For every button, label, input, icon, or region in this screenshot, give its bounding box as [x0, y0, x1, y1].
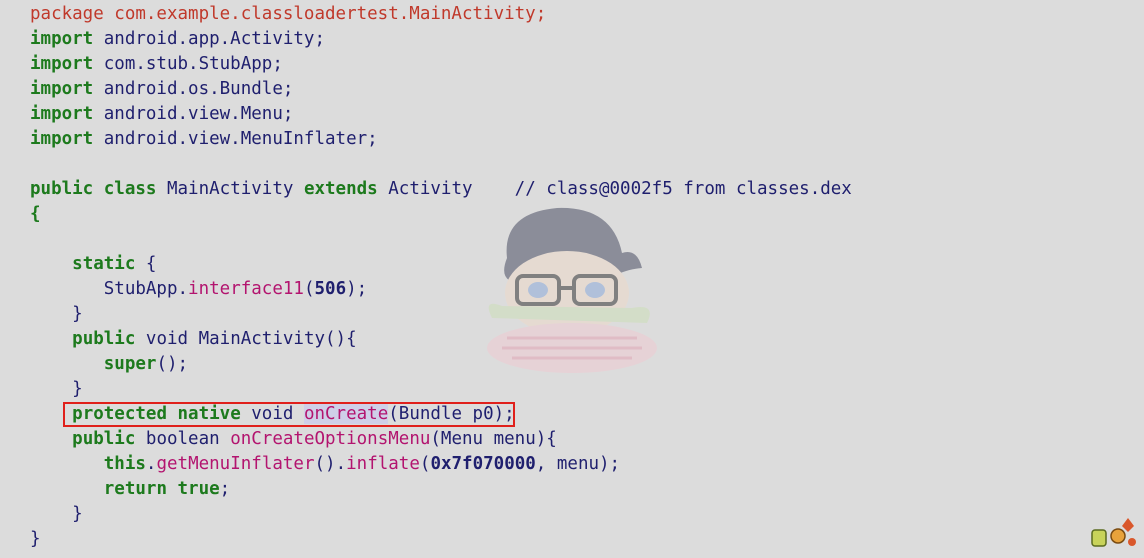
code-token: , menu); [535, 454, 621, 474]
code-line: public boolean onCreateOptionsMenu(Menu … [30, 427, 852, 452]
code-viewer: package com.example.classloadertest.Main… [0, 0, 1144, 558]
code-token: public class [30, 179, 157, 199]
code-line: import com.stub.StubApp; [30, 52, 852, 77]
code-token: interface11 [188, 279, 304, 299]
code-token: { [135, 254, 157, 274]
highlight-box [63, 402, 515, 427]
code-line: import android.view.MenuInflater; [30, 127, 852, 152]
code-line: public void MainActivity(){ [30, 327, 852, 352]
code-token: 506 [314, 279, 347, 299]
code-token: super [103, 354, 157, 374]
code-token: ; [219, 479, 231, 499]
code-token: 0x7f070000 [430, 454, 536, 474]
code-line: return true; [30, 477, 852, 502]
code-token: MainActivity [156, 179, 304, 199]
code-token: Activity // class@0002f5 from classes.de… [377, 179, 852, 199]
code-token: import [30, 79, 94, 99]
code-token: } [30, 379, 83, 399]
code-token: return true [103, 479, 220, 499]
code-token: (); [156, 354, 189, 374]
code-line: } [30, 377, 852, 402]
code-line: } [30, 527, 852, 552]
code-token: { [30, 204, 41, 224]
code-token: android.app.Activity; [93, 29, 326, 49]
code-line: super(); [30, 352, 852, 377]
code-line: } [30, 302, 852, 327]
code-token: import [30, 104, 94, 124]
code-token: ( [419, 454, 431, 474]
code-token: com.stub.StubApp; [93, 54, 283, 74]
code-token: android.view.MenuInflater; [93, 129, 378, 149]
code-token: . [145, 454, 157, 474]
code-token: ( [303, 279, 315, 299]
code-token: } [30, 504, 83, 524]
code-line: StubApp.interface11(506); [30, 277, 852, 302]
code-token: android.os.Bundle; [93, 79, 294, 99]
code-token: void MainActivity(){ [135, 329, 357, 349]
code-line: import android.view.Menu; [30, 102, 852, 127]
code-token: package com.example.classloadertest.Main… [30, 4, 547, 24]
code-token: (Menu menu){ [430, 429, 557, 449]
code-token: getMenuInflater [156, 454, 315, 474]
code-line: { [30, 202, 852, 227]
code-line: import android.app.Activity; [30, 27, 852, 52]
code-token: import [30, 29, 94, 49]
source-code-block: package com.example.classloadertest.Main… [30, 2, 852, 552]
code-token: extends [303, 179, 378, 199]
code-token: import [30, 129, 94, 149]
code-line: import android.os.Bundle; [30, 77, 852, 102]
code-token: } [30, 529, 41, 549]
code-token: this [103, 454, 146, 474]
code-token: public [72, 429, 136, 449]
code-token: onCreateOptionsMenu [230, 429, 431, 449]
code-token: import [30, 54, 94, 74]
code-line: public class MainActivity extends Activi… [30, 177, 852, 202]
code-token: (). [314, 454, 347, 474]
corner-decoration-icon [1091, 518, 1136, 547]
code-token: android.view.Menu; [93, 104, 294, 124]
code-token: StubApp. [30, 279, 189, 299]
code-line: this.getMenuInflater().inflate(0x7f07000… [30, 452, 852, 477]
code-line: } [30, 502, 852, 527]
code-token: static [72, 254, 136, 274]
code-line: package com.example.classloadertest.Main… [30, 2, 852, 27]
code-token: ); [346, 279, 368, 299]
code-token: public [72, 329, 136, 349]
code-token: boolean [135, 429, 231, 449]
code-token: inflate [346, 454, 420, 474]
code-line: static { [30, 252, 852, 277]
code-token: } [30, 304, 83, 324]
